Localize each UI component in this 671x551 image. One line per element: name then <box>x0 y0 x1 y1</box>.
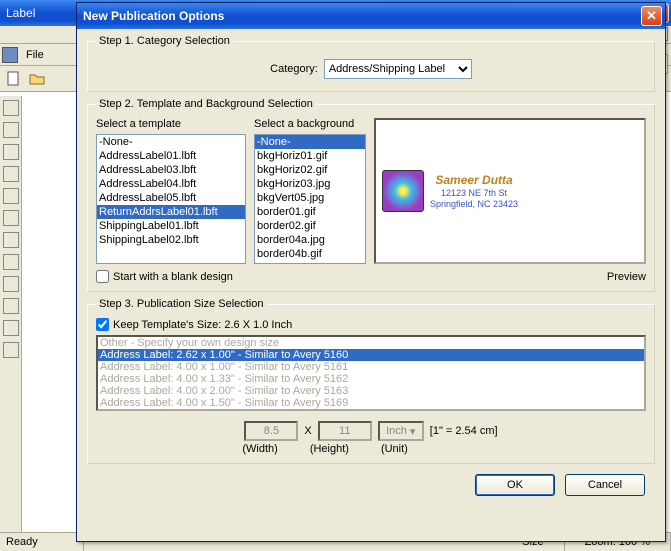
list-item[interactable]: AddressLabel03.lbft <box>97 163 245 177</box>
line-tool-icon[interactable] <box>3 210 19 226</box>
list-item[interactable]: Address Label: 4.00 x 1.50" - Similar to… <box>98 397 644 409</box>
list-item[interactable]: border04a.jpg <box>255 233 365 247</box>
ellipse-tool-icon[interactable] <box>3 166 19 182</box>
list-item[interactable]: bkgHoriz01.gif <box>255 149 365 163</box>
unit-select: Inch▾ <box>378 421 424 441</box>
step1-legend: Step 1. Category Selection <box>96 35 233 47</box>
list-item[interactable]: ShippingLabel01.lbft <box>97 219 245 233</box>
list-item[interactable]: ReturnAddrsLabel01.lbft <box>97 205 245 219</box>
list-item[interactable]: Address Label: 4.00 x 1.33" - Similar to… <box>98 373 644 385</box>
height-sub: (Height) <box>310 443 349 455</box>
unit-sub: (Unit) <box>381 443 408 455</box>
category-label: Category: <box>270 63 318 75</box>
background-label: Select a background <box>254 118 366 130</box>
step1-group: Step 1. Category Selection Category: Add… <box>87 35 655 92</box>
step2-legend: Step 2. Template and Background Selectio… <box>96 98 316 110</box>
list-item[interactable]: -None- <box>97 135 245 149</box>
preview-label: Preview <box>607 271 646 283</box>
dialog-close-button[interactable]: ✕ <box>641 6 662 26</box>
list-item[interactable]: AddressLabel01.lbft <box>97 149 245 163</box>
list-item[interactable]: AddressLabel04.lbft <box>97 177 245 191</box>
list-item[interactable]: border04b.gif <box>255 247 365 261</box>
preview-line2: Springfield, NC 23423 <box>430 199 518 209</box>
keep-size-label: Keep Template's Size: 2.6 X 1.0 Inch <box>113 319 292 331</box>
category-combo[interactable]: Address/Shipping Label <box>324 59 472 79</box>
list-item[interactable]: bkgHoriz03.jpg <box>255 177 365 191</box>
list-item[interactable]: border01.gif <box>255 205 365 219</box>
ok-button[interactable]: OK <box>475 474 555 496</box>
left-toolbox <box>0 96 22 532</box>
new-doc-icon[interactable] <box>4 69 24 89</box>
list-item[interactable]: -None- <box>255 135 365 149</box>
list-item[interactable]: Address Label: 4.00 x 1.00" - Similar to… <box>98 361 644 373</box>
x-label: X <box>304 425 311 437</box>
step3-group: Step 3. Publication Size Selection Keep … <box>87 298 655 464</box>
arrow-tool-icon[interactable] <box>3 276 19 292</box>
list-item[interactable]: AddressLabel05.lbft <box>97 191 245 205</box>
roundrect-tool-icon[interactable] <box>3 144 19 160</box>
path-tool-icon[interactable] <box>3 298 19 314</box>
menu-file[interactable]: File <box>22 47 48 63</box>
text-tool-icon[interactable] <box>3 342 19 358</box>
preview-name: Sameer Dutta <box>435 173 512 187</box>
width-input: 8.5 <box>244 421 298 441</box>
star-tool-icon[interactable] <box>3 232 19 248</box>
cancel-button[interactable]: Cancel <box>565 474 645 496</box>
dialog-window: New Publication Options ✕ Step 1. Catego… <box>76 2 666 542</box>
open-folder-icon[interactable] <box>27 69 47 89</box>
triangle-tool-icon[interactable] <box>3 188 19 204</box>
app-icon <box>2 47 18 63</box>
blank-design-label: Start with a blank design <box>113 271 233 283</box>
shape-tool-icon[interactable] <box>3 320 19 336</box>
dialog-titlebar: New Publication Options ✕ <box>77 3 665 29</box>
dialog-title: New Publication Options <box>80 9 641 23</box>
list-item[interactable]: Other - Specify your own design size <box>98 337 644 349</box>
status-ready: Ready <box>4 533 84 551</box>
keep-size-checkbox[interactable] <box>96 318 109 331</box>
rect-tool-icon[interactable] <box>3 122 19 138</box>
list-item[interactable]: Address Label: 2.62 x 1.00" - Similar to… <box>98 349 644 361</box>
template-listbox[interactable]: -None-AddressLabel01.lbftAddressLabel03.… <box>96 134 246 264</box>
preview-line1: 12123 NE 7th St <box>441 188 507 198</box>
width-sub: (Width) <box>242 443 277 455</box>
list-item[interactable]: border02.gif <box>255 219 365 233</box>
list-item[interactable]: ShippingLabel02.lbft <box>97 233 245 247</box>
background-listbox[interactable]: -None-bkgHoriz01.gifbkgHoriz02.gifbkgHor… <box>254 134 366 264</box>
preview-graphic-icon <box>382 170 424 212</box>
dialog-body: Step 1. Category Selection Category: Add… <box>77 29 665 504</box>
list-item[interactable]: bkgHoriz02.gif <box>255 163 365 177</box>
list-item[interactable]: border05sky.gif <box>255 261 365 264</box>
template-label: Select a template <box>96 118 246 130</box>
step2-group: Step 2. Template and Background Selectio… <box>87 98 655 292</box>
size-listbox[interactable]: Other - Specify your own design sizeAddr… <box>96 335 646 411</box>
height-input: 11 <box>318 421 372 441</box>
moon-tool-icon[interactable] <box>3 254 19 270</box>
list-item[interactable]: bkgVert05.jpg <box>255 191 365 205</box>
step3-legend: Step 3. Publication Size Selection <box>96 298 267 310</box>
blank-design-checkbox[interactable] <box>96 270 109 283</box>
select-tool-icon[interactable] <box>3 100 19 116</box>
scale-label: [1" = 2.54 cm] <box>430 425 498 437</box>
list-item[interactable]: Address Label: 4.00 x 2.00" - Similar to… <box>98 385 644 397</box>
preview-pane: Sameer Dutta 12123 NE 7th St Springfield… <box>374 118 646 264</box>
